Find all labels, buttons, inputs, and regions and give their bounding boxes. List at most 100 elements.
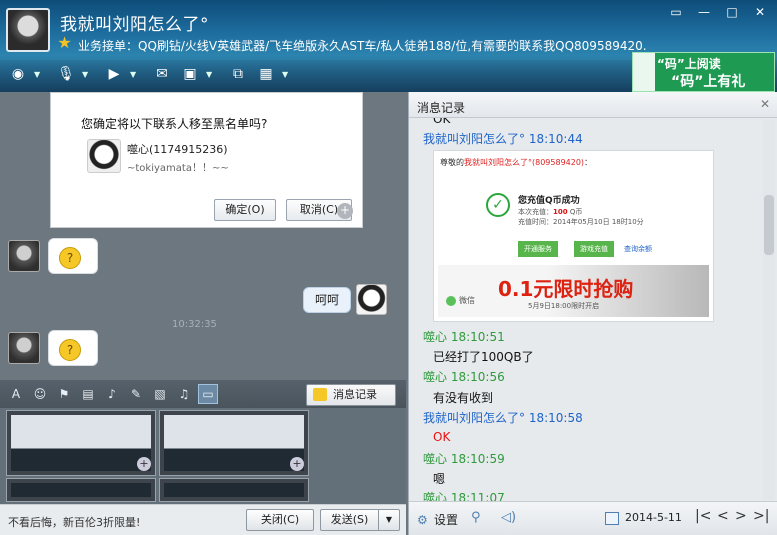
close-icon[interactable]: ✕ bbox=[760, 97, 770, 111]
font-icon[interactable]: A bbox=[6, 384, 26, 404]
share-screen-icon[interactable]: ⧉ bbox=[226, 62, 250, 86]
dialog-contact-name: 噬心(1174915236) bbox=[127, 143, 228, 156]
record-panel-title: 消息记录 bbox=[417, 101, 466, 115]
contact-status-text: 业务接单：QQ刷钻/火线V英雄武器/飞车绝版永久AST车/私人徒弟188/位,有… bbox=[78, 39, 647, 53]
message-bubble: ? bbox=[48, 238, 98, 274]
recharge-screenshot-image[interactable]: 尊敬的我就叫刘阳怎么了°(809589420)： ✓ 您充值Q币成功 本次充值：… bbox=[433, 150, 714, 322]
sms-icon[interactable]: ✉ bbox=[150, 62, 174, 86]
message-record-icon bbox=[313, 388, 327, 401]
apps-icon[interactable]: ▦ bbox=[254, 62, 278, 86]
close-window-button[interactable]: ✕ bbox=[749, 4, 771, 20]
voice-icon[interactable]: ♪ bbox=[102, 384, 122, 404]
scene-icon[interactable]: ▭ bbox=[198, 384, 218, 404]
record-scrollbar[interactable] bbox=[763, 120, 775, 500]
ad-banner-line2: “码”上有礼 bbox=[671, 74, 746, 90]
webcam-icon[interactable]: ◉ bbox=[6, 62, 30, 86]
send-button[interactable]: 发送(S) bbox=[320, 509, 378, 531]
bottom-bar: 不看后悔，新百伦3折限量! 关闭(C) 发送(S) ▼ bbox=[0, 504, 406, 535]
message-input-area[interactable]: + + bbox=[0, 408, 406, 504]
calendar-icon[interactable] bbox=[605, 512, 619, 525]
message-bubble: ? bbox=[48, 330, 98, 366]
bottom-ad-link[interactable]: 不看后悔，新百伦3折限量! bbox=[8, 514, 140, 530]
qq-chat-window: 我就叫刘阳怎么了° ★ 业务接单：QQ刷钻/火线V英雄武器/飞车绝版永久AST车… bbox=[0, 0, 777, 535]
close-button[interactable]: 关闭(C) bbox=[246, 509, 314, 531]
recharge-time: 充值时间：2014年05月10日 18时10分 bbox=[518, 218, 644, 226]
thinking-emoji-icon: ? bbox=[59, 247, 81, 269]
restore-button[interactable]: ▭ bbox=[665, 4, 687, 20]
thinking-emoji-icon: ? bbox=[59, 339, 81, 361]
window-title: 我就叫刘阳怎么了° bbox=[60, 15, 209, 35]
zoom-icon[interactable]: + bbox=[290, 457, 304, 471]
record-date[interactable]: 2014-5-11 bbox=[625, 511, 682, 524]
chevron-down-icon[interactable]: ▼ bbox=[206, 70, 214, 79]
query-balance-link: 查询余额 bbox=[624, 245, 652, 253]
contact-avatar[interactable] bbox=[8, 332, 40, 364]
prev-page-button[interactable]: < bbox=[717, 508, 729, 524]
message-record-button[interactable]: 消息记录 bbox=[306, 384, 396, 406]
zoom-icon[interactable]: + bbox=[337, 203, 353, 219]
record-message: OK bbox=[433, 430, 451, 444]
emoji-icon[interactable]: ☺ bbox=[30, 384, 50, 404]
vip-star-icon: ★ bbox=[57, 33, 72, 52]
contact-avatar[interactable] bbox=[6, 8, 50, 52]
first-page-button[interactable]: |< bbox=[695, 508, 711, 524]
header: 我就叫刘阳怎么了° ★ 业务接单：QQ刷钻/火线V英雄武器/飞车绝版永久AST车… bbox=[0, 0, 777, 92]
shake-icon[interactable]: ⚑ bbox=[54, 384, 74, 404]
record-sender: 噬心 18:10:51 bbox=[423, 330, 505, 344]
next-page-button[interactable]: > bbox=[735, 508, 747, 524]
recharge-success-text: 您充值Q币成功 bbox=[518, 196, 580, 206]
my-message-bubble: 呵呵 bbox=[303, 287, 351, 313]
settings-button[interactable]: ⚙ 设置 bbox=[417, 511, 458, 528]
top-toolbar: ◉ ▼ 🎙 ▼ ▶ ▼ ✉ ▣ ▼ ⧉ ▦ ▼ bbox=[6, 60, 298, 88]
scrollbar-thumb[interactable] bbox=[764, 195, 774, 255]
screenshot-thumbnail[interactable]: + bbox=[6, 410, 156, 476]
screenshot-thumbnail[interactable] bbox=[159, 478, 309, 502]
gear-icon: ⚙ bbox=[417, 513, 428, 527]
dialog-contact-avatar bbox=[87, 139, 121, 173]
chevron-down-icon[interactable]: ▼ bbox=[82, 70, 90, 79]
confirm-button[interactable]: 确定(O) bbox=[214, 199, 276, 221]
message-record-label: 消息记录 bbox=[333, 388, 377, 401]
record-message: 嗯 bbox=[433, 472, 446, 486]
screenshot-thumbnail[interactable] bbox=[6, 478, 156, 502]
image-icon[interactable]: ▧ bbox=[150, 384, 170, 404]
contact-avatar[interactable] bbox=[8, 240, 40, 272]
search-icon[interactable]: ⚲ bbox=[471, 510, 487, 526]
screenshot-thumbnail[interactable]: + bbox=[159, 410, 309, 476]
record-sender: 我就叫刘阳怎么了° 18:10:58 bbox=[423, 411, 583, 425]
maximize-button[interactable]: □ bbox=[721, 4, 743, 20]
thumbnail-content bbox=[11, 415, 151, 471]
mic-icon[interactable]: 🎙 bbox=[54, 62, 78, 86]
send-options-dropdown[interactable]: ▼ bbox=[378, 509, 400, 531]
ad-banner[interactable]: “码”上阅读 “码”上有礼 bbox=[632, 52, 775, 92]
record-message: 已经打了100QB了 bbox=[433, 350, 534, 364]
last-page-button[interactable]: >| bbox=[753, 508, 769, 524]
greeting-line: 尊敬的我就叫刘阳怎么了°(809589420)： bbox=[440, 158, 593, 167]
zoom-icon[interactable]: + bbox=[137, 457, 151, 471]
my-avatar[interactable] bbox=[356, 284, 387, 315]
ad-corner-graphic bbox=[633, 53, 655, 91]
success-check-icon: ✓ bbox=[486, 193, 510, 217]
promo-ad-text: 0.1元限时抢购 bbox=[498, 277, 634, 301]
chevron-down-icon[interactable]: ▼ bbox=[130, 70, 138, 79]
thumbnail-content bbox=[11, 483, 151, 497]
file-transfer-icon[interactable]: ▶ bbox=[102, 62, 126, 86]
screenshot-icon[interactable]: ▤ bbox=[78, 384, 98, 404]
chevron-down-icon[interactable]: ▼ bbox=[34, 70, 42, 79]
window-controls: ▭ — □ ✕ bbox=[665, 4, 771, 20]
open-service-button: 开通服务 bbox=[518, 241, 558, 257]
dialog-contact-signature: ~tokiyamata！！~~ bbox=[127, 163, 229, 174]
note-icon[interactable]: ✎ bbox=[126, 384, 146, 404]
promo-ad-subtext: 5月9日18:00限时开启 bbox=[528, 302, 600, 310]
record-sender: 噬心 18:10:59 bbox=[423, 452, 505, 466]
record-message: OK bbox=[433, 118, 451, 126]
record-sender: 我就叫刘阳怎么了° 18:10:44 bbox=[423, 132, 583, 146]
record-list[interactable]: OK 我就叫刘阳怎么了° 18:10:44 尊敬的我就叫刘阳怎么了°(80958… bbox=[409, 118, 762, 501]
speaker-icon[interactable]: ◁) bbox=[501, 510, 517, 526]
minimize-button[interactable]: — bbox=[693, 4, 715, 20]
remote-desktop-icon[interactable]: ▣ bbox=[178, 62, 202, 86]
music-icon[interactable]: ♫ bbox=[174, 384, 194, 404]
recharge-amount: 本次充值：100 Q币 bbox=[518, 208, 583, 216]
promo-ad-image: 0.1元限时抢购 5月9日18:00限时开启 微信 bbox=[438, 265, 709, 317]
chevron-down-icon[interactable]: ▼ bbox=[282, 70, 290, 79]
